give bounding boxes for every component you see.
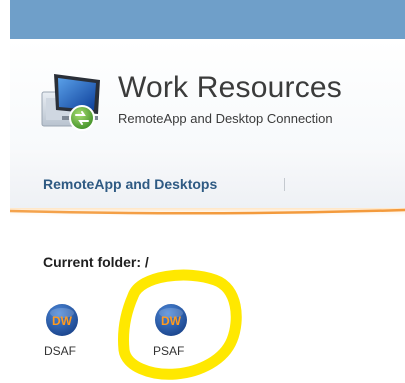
app-subtitle: RemoteApp and Desktop Connection [118, 111, 333, 126]
app-title: Work Resources [118, 71, 342, 104]
dw-app-icon[interactable]: DW [44, 302, 80, 338]
dw-app-icon[interactable]: DW [153, 302, 189, 338]
current-folder-label: Current folder: / [43, 254, 149, 270]
dw-icon-text: DW [52, 314, 73, 328]
resource-label-psaf[interactable]: PSAF [153, 344, 184, 358]
left-margin [0, 0, 10, 383]
top-bar [10, 0, 405, 39]
tab-remoteapp-and-desktops[interactable]: RemoteApp and Desktops [43, 176, 217, 192]
nav-accent-line [10, 208, 405, 218]
dw-icon-text: DW [161, 314, 182, 328]
resource-label-dsaf[interactable]: DSAF [44, 344, 76, 358]
remote-desktop-icon [41, 74, 100, 131]
nav-separator [284, 178, 285, 191]
